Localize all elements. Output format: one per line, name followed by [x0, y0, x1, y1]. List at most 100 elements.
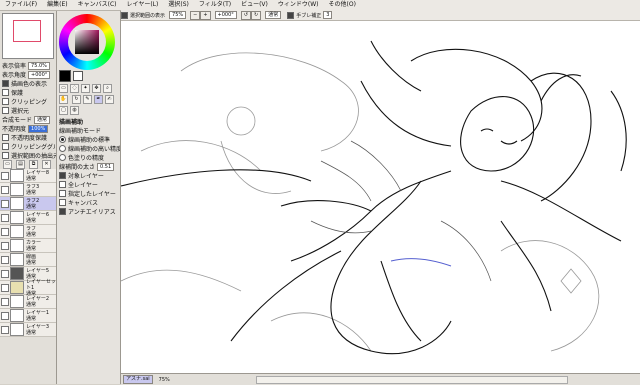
layer-row[interactable]: レイヤー8 通常 [0, 169, 56, 183]
visibility-icon[interactable] [1, 171, 9, 180]
eraser-tool-icon[interactable]: ▢ [59, 106, 68, 115]
visibility-icon[interactable] [1, 227, 9, 236]
layer-row[interactable]: レイヤー2 通常 [0, 295, 56, 309]
horizontal-scrollbar[interactable] [256, 376, 568, 384]
layer-option-4[interactable]: 選択元 [0, 106, 56, 115]
antialias-row[interactable]: アンチエイリアス [57, 207, 120, 216]
protect-option-2-check[interactable] [2, 143, 9, 150]
layer-row[interactable]: ラフ 通常 [0, 225, 56, 239]
zoom-field[interactable]: 75% [169, 11, 187, 19]
bucket-tool-icon[interactable]: ◍ [70, 106, 79, 115]
target-check-4-box[interactable] [59, 199, 66, 206]
blend-mode-select[interactable]: 通常 [265, 11, 282, 19]
target-check-2[interactable]: 全レイヤー [57, 180, 120, 189]
rotate-tool-icon[interactable]: ↻ [71, 95, 81, 104]
visibility-icon[interactable] [1, 297, 9, 306]
target-check-2-box[interactable] [59, 181, 66, 188]
target-check-1[interactable]: 対象レイヤー [57, 171, 120, 180]
protect-option-3[interactable]: 選択範囲の抽出元に指定 [0, 151, 56, 160]
protect-option-3-check[interactable] [2, 152, 9, 159]
layer-folder-row[interactable]: レイヤーセット1 通常 [0, 279, 56, 297]
visibility-icon[interactable] [1, 185, 9, 194]
lasso-tool-icon[interactable]: ◌ [70, 84, 79, 93]
zoom-tool-icon[interactable]: ⌕ [103, 84, 112, 93]
file-tab[interactable]: アスナ.sai [123, 375, 153, 384]
color-sv-square[interactable] [75, 30, 99, 54]
menu-layer[interactable]: レイヤー(L) [122, 0, 164, 10]
menu-view[interactable]: ビュー(V) [236, 0, 273, 10]
pen-tool-icon[interactable]: ✒ [93, 95, 103, 104]
menu-canvas[interactable]: キャンバス(C) [73, 0, 122, 10]
menu-filter[interactable]: フィルタ(T) [194, 0, 236, 10]
size-field[interactable]: 0.51 [97, 162, 115, 171]
visibility-icon[interactable] [1, 241, 9, 250]
radio-2[interactable] [59, 145, 66, 152]
radio-option-1[interactable]: 線画補助の標準 [57, 135, 120, 144]
radio-option-2[interactable]: 線画補助の高い精度 [57, 144, 120, 153]
magic-wand-icon[interactable]: ✦ [81, 84, 90, 93]
menu-edit[interactable]: 編集(E) [42, 0, 72, 10]
copy-layer-icon[interactable]: ⧉ [29, 160, 38, 169]
move-tool-icon[interactable]: ✥ [92, 84, 101, 93]
visibility-icon[interactable] [1, 213, 9, 222]
zoom-in-button[interactable]: + [200, 10, 211, 20]
visibility-icon[interactable] [1, 283, 9, 292]
radio-3[interactable] [59, 154, 66, 161]
navigator-viewport[interactable] [13, 20, 41, 42]
angle-field[interactable]: +000° [214, 11, 237, 19]
visibility-icon[interactable] [1, 255, 9, 264]
background-color-swatch[interactable] [73, 71, 83, 81]
selection-toggle[interactable] [121, 11, 128, 19]
layer-option-2-check[interactable] [2, 89, 9, 96]
select-tool-icon[interactable]: ▭ [59, 84, 68, 93]
stabilizer-toggle[interactable] [287, 11, 295, 19]
target-check-3[interactable]: 指定したレイヤー [57, 189, 120, 198]
visibility-icon[interactable] [1, 269, 9, 278]
navigator-preview[interactable] [2, 13, 54, 59]
layer-option-3-check[interactable] [2, 98, 9, 105]
layer-row-selected[interactable]: ラフ2 通常 [0, 197, 56, 211]
protect-option-2[interactable]: クリッピンググループ [0, 142, 56, 151]
drawing-canvas[interactable] [121, 21, 640, 373]
layer-row[interactable]: レイヤー6 通常 [0, 211, 56, 225]
visibility-icon[interactable] [1, 199, 9, 208]
layer-option-1[interactable]: 描画色の表示 [0, 79, 56, 88]
nav-angle-field[interactable]: +000° [28, 70, 51, 79]
protect-option-1[interactable]: 不透明度保護 [0, 133, 56, 142]
layer-row[interactable]: レイヤー3 通常 [0, 323, 56, 337]
delete-layer-icon[interactable]: ✕ [42, 160, 51, 169]
radio-1[interactable] [59, 136, 66, 143]
target-check-1-box[interactable] [59, 172, 66, 179]
layer-option-4-check[interactable] [2, 107, 9, 114]
menu-window[interactable]: ウィンドウ(W) [273, 0, 324, 10]
blend-mode-field[interactable]: 通常 [34, 115, 51, 124]
rotate-right-button[interactable]: ↻ [250, 10, 262, 20]
menu-select[interactable]: 選択(S) [163, 0, 194, 10]
layer-row[interactable]: ラフ3 通常 [0, 183, 56, 197]
stabilizer-field[interactable]: 3 [323, 11, 333, 19]
color-wheel[interactable] [59, 14, 115, 70]
target-check-4[interactable]: キャンバス [57, 198, 120, 207]
layer-row[interactable]: 線画 通常 [0, 253, 56, 267]
opacity-field[interactable]: 100% [28, 124, 49, 133]
visibility-icon[interactable] [1, 311, 9, 320]
layer-option-1-check[interactable] [2, 80, 9, 87]
nav-zoom-field[interactable]: 75.0% [28, 61, 50, 70]
eyedropper-icon[interactable]: ✎ [82, 95, 92, 104]
radio-option-3[interactable]: 色塗りの精度 [57, 153, 120, 162]
layer-option-2[interactable]: 保護 [0, 88, 56, 97]
visibility-icon[interactable] [1, 325, 9, 334]
zoom-out-button[interactable]: − [190, 10, 201, 20]
target-check-3-box[interactable] [59, 190, 66, 197]
hand-tool-icon[interactable]: ✋ [59, 95, 68, 104]
protect-option-1-check[interactable] [2, 134, 9, 141]
layer-row[interactable]: レイヤー1 通常 [0, 309, 56, 323]
layer-option-3[interactable]: クリッピング [0, 97, 56, 106]
menu-file[interactable]: ファイル(F) [0, 0, 42, 10]
brush-tool-icon[interactable]: ✍ [104, 95, 114, 104]
antialias-check[interactable] [59, 208, 66, 215]
foreground-color-swatch[interactable] [59, 70, 71, 82]
new-layer-icon[interactable]: ▭ [3, 160, 12, 169]
new-folder-icon[interactable]: ▤ [16, 160, 25, 169]
rotate-left-button[interactable]: ↺ [240, 10, 251, 20]
